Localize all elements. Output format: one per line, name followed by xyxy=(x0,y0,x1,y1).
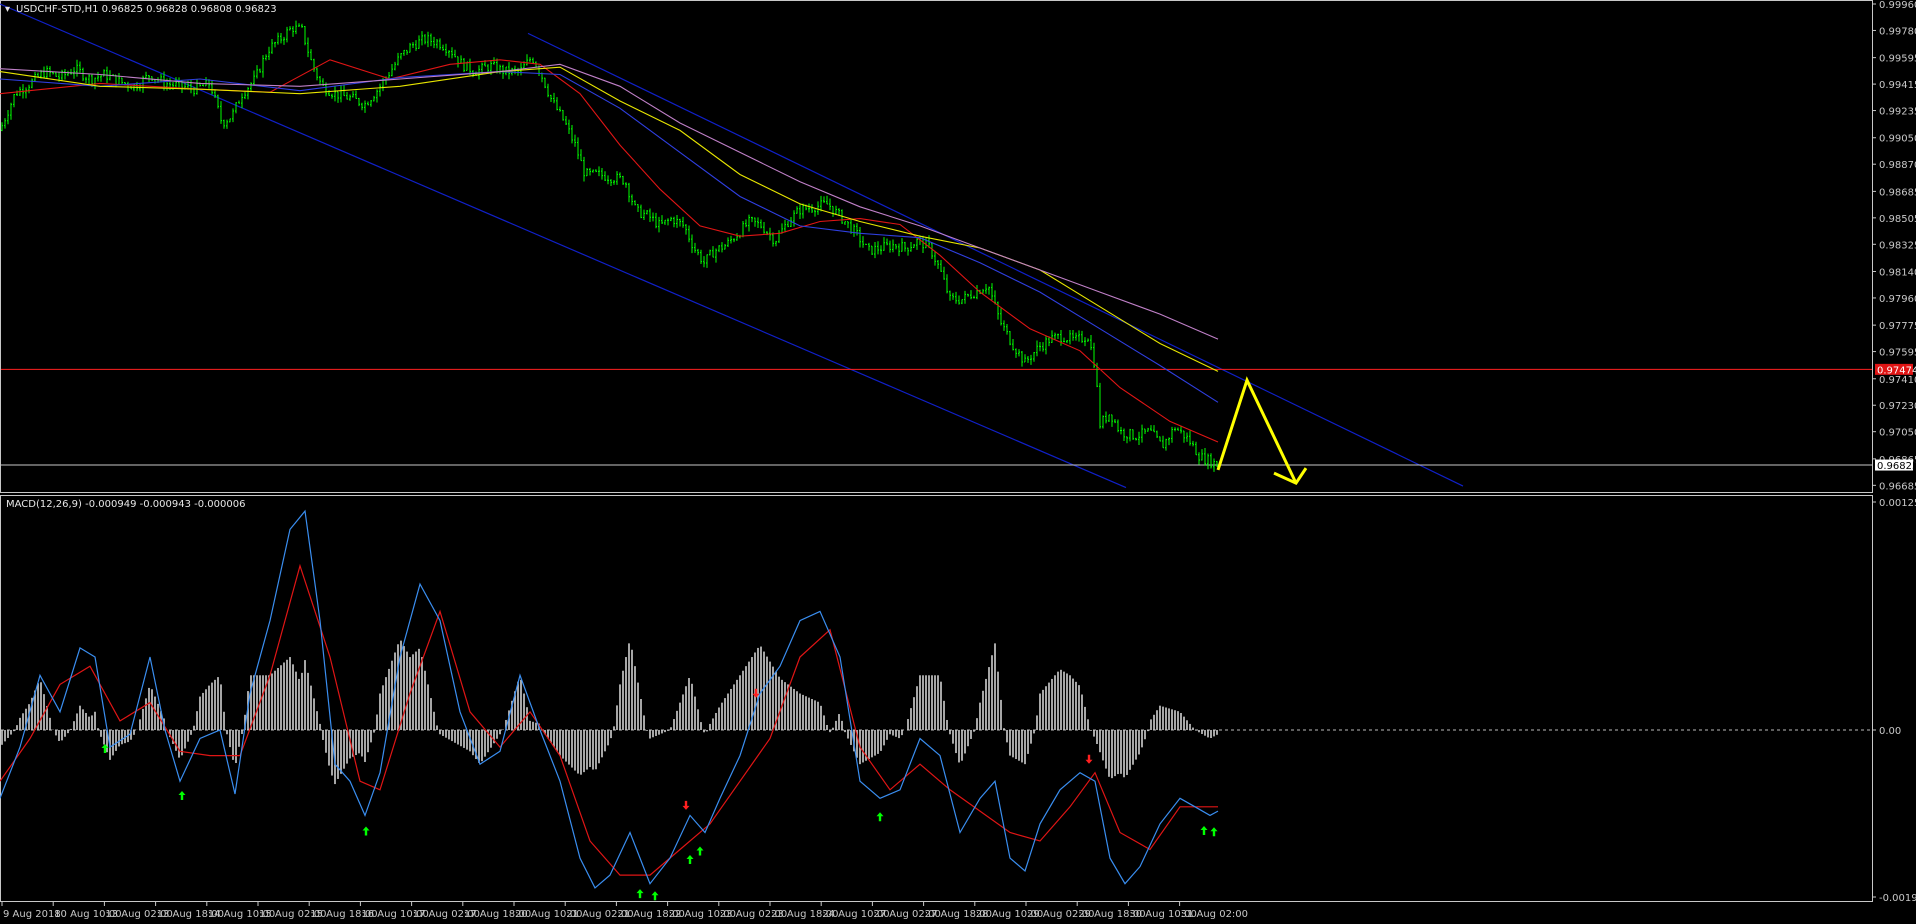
current-price-label: 0.96823 xyxy=(1877,461,1916,472)
price-tick-label: 0.97960 xyxy=(1879,294,1916,305)
price-tick-label: 0.99235 xyxy=(1879,107,1916,118)
price-tick-label: 0.99780 xyxy=(1879,26,1916,37)
price-tick-label: 0.99595 xyxy=(1879,54,1916,65)
chart: ▾ USDCHF-STD,H1 0.96825 0.96828 0.96808 … xyxy=(0,0,1916,924)
resistance-price-tag: 0.97474 xyxy=(1875,363,1916,376)
price-tick-label: 0.97050 xyxy=(1879,428,1916,439)
price-tick-label: 0.99960 xyxy=(1879,0,1916,11)
price-tick-label: 0.97230 xyxy=(1879,401,1916,412)
chart-symbol-title: USDCHF-STD,H1 0.96825 0.96828 0.96808 0.… xyxy=(16,4,277,15)
time-tick-label: 31 Aug 02:00 xyxy=(1181,909,1248,920)
price-tick-label: 0.97595 xyxy=(1879,348,1916,359)
price-tick-label: 0.97775 xyxy=(1879,321,1916,332)
price-tick-label: 0.99050 xyxy=(1879,134,1916,145)
chart-collapse-icon[interactable]: ▾ xyxy=(5,4,10,15)
price-tick-label: 0.98685 xyxy=(1879,187,1916,198)
price-tick-label: 0.96685 xyxy=(1879,481,1916,492)
price-tick-label: 0.98870 xyxy=(1879,160,1916,171)
resistance-price-label: 0.97474 xyxy=(1877,365,1916,376)
time-tick-label: 9 Aug 2018 xyxy=(3,909,61,920)
macd-title: MACD(12,26,9) -0.000949 -0.000943 -0.000… xyxy=(6,499,245,510)
price-tick-label: 0.98140 xyxy=(1879,267,1916,278)
price-tick-label: 0.98325 xyxy=(1879,240,1916,251)
current-price-tag: 0.96823 xyxy=(1875,459,1916,472)
macd-tick-label: 0.00 xyxy=(1879,726,1901,737)
price-tick-label: 0.99415 xyxy=(1879,80,1916,91)
price-tick-label: 0.98505 xyxy=(1879,214,1916,225)
macd-tick-label: -0.001956 xyxy=(1879,893,1916,904)
macd-tick-label: 0.00125 xyxy=(1879,498,1916,509)
price-tick-label: 0.97410 xyxy=(1879,375,1916,386)
